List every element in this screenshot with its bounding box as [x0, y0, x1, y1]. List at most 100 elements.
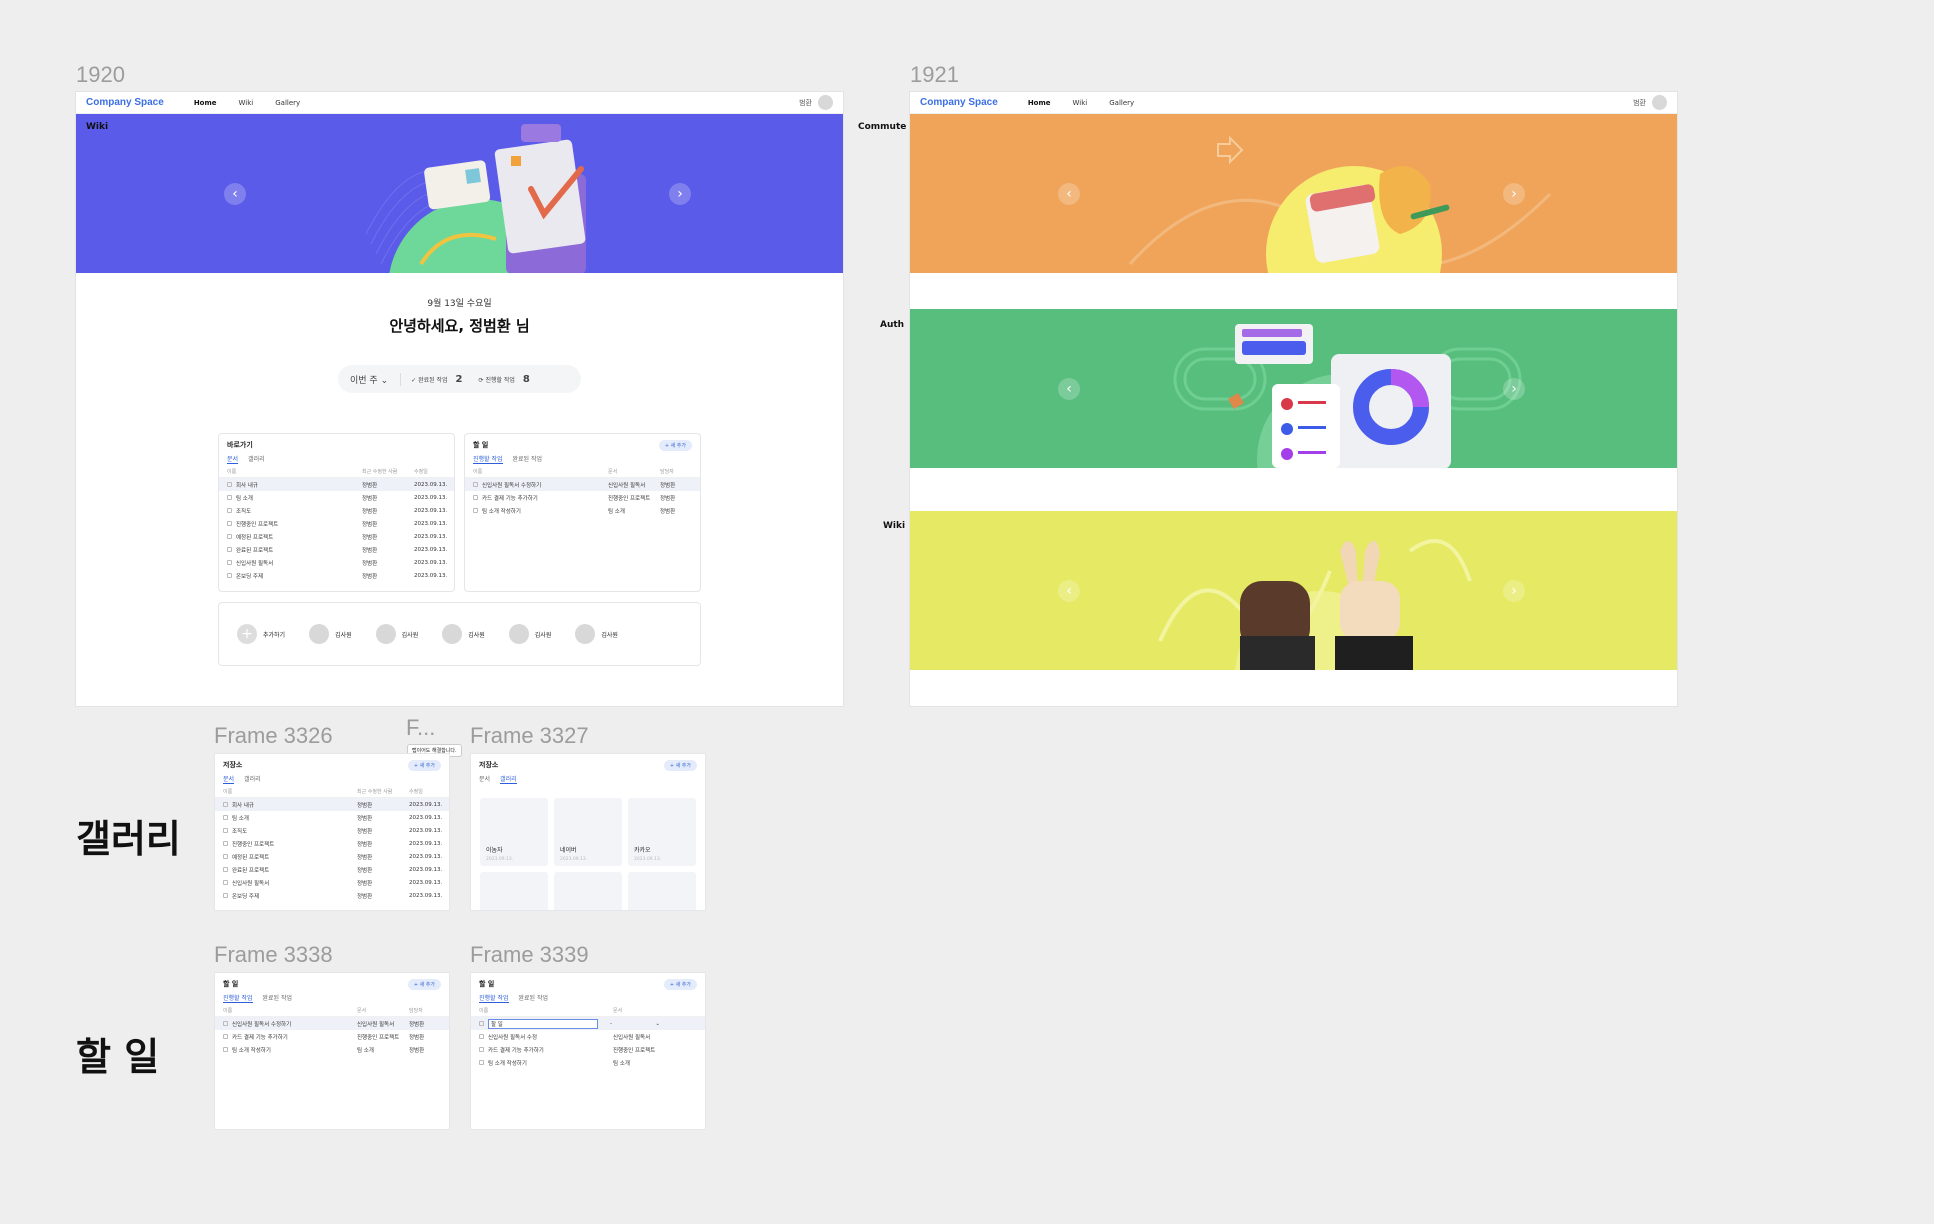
- table-row[interactable]: 온보딩 주제 정범환 2023.09.13.: [219, 569, 454, 582]
- table-row[interactable]: 카드 결제 기능 추가하기 진행중인 프로젝트 정범환: [465, 491, 700, 504]
- member-item[interactable]: 김사원: [575, 624, 618, 644]
- banner-next-arrow[interactable]: ›: [1503, 182, 1525, 205]
- member-item[interactable]: 김사원: [508, 624, 551, 644]
- table-row[interactable]: 카드 결제 기능 추가하기 진행중인 프로젝트 정범환: [215, 1030, 449, 1043]
- table-row[interactable]: 진행중인 프로젝트 정범환 2023.09.13.: [215, 837, 449, 850]
- row-date: 2023.09.13.: [409, 879, 443, 886]
- row-date: 2023.09.13.: [409, 892, 443, 899]
- storage-header: 이름 최근 수정한 사람 수정일: [215, 784, 449, 798]
- gallery-item[interactable]: 카카오 2023.09.13.: [628, 798, 696, 866]
- tab-documents[interactable]: 문서: [227, 454, 239, 464]
- table-row[interactable]: 완료된 프로젝트 정범환 2023.09.13.: [219, 543, 454, 556]
- tab-gallery[interactable]: 갤러리: [244, 774, 261, 784]
- table-row[interactable]: 신입사원 필독서 정범환 2023.09.13.: [219, 556, 454, 569]
- col-date: 수정일: [409, 789, 423, 795]
- row-editor: 정범환: [362, 495, 378, 502]
- table-row[interactable]: 팀 소개 정범환 2023.09.13.: [215, 811, 449, 824]
- gallery-item[interactable]: 네이버 2023.09.13.: [554, 798, 622, 866]
- nav-wiki[interactable]: Wiki: [239, 99, 254, 107]
- todo-name-input[interactable]: 할 일: [488, 1018, 598, 1029]
- table-row[interactable]: 팀 소개 작성하기 팀 소개: [471, 1056, 705, 1069]
- banner-tag-wiki2: Wiki: [883, 521, 906, 531]
- gallery-item[interactable]: 이놈자 2023.09.13.: [480, 798, 548, 866]
- tab-in-progress[interactable]: 진행할 작업: [223, 993, 253, 1003]
- period-select[interactable]: 이번 주 ⌄: [338, 372, 402, 386]
- checkbox[interactable]: [223, 1021, 228, 1026]
- nav-gallery[interactable]: Gallery: [1109, 99, 1134, 107]
- nav-home[interactable]: Home: [194, 99, 217, 107]
- tab-gallery[interactable]: 갤러리: [500, 774, 517, 784]
- checkbox[interactable]: [473, 508, 478, 513]
- brand-logo[interactable]: Company Space: [920, 97, 998, 108]
- row-editor: 정범환: [362, 521, 378, 528]
- frame-1920: Company Space Home Wiki Gallery 범환 Wiki …: [76, 92, 843, 706]
- gallery-item[interactable]: [628, 872, 696, 910]
- table-row[interactable]: 카드 결제 기능 추가하기 진행중인 프로젝트: [471, 1043, 705, 1056]
- frame-label-3326: Frame 3326: [214, 723, 333, 748]
- user-menu[interactable]: 범환: [799, 95, 833, 110]
- tab-gallery[interactable]: 갤러리: [248, 454, 265, 464]
- banner-next-arrow[interactable]: ›: [1503, 377, 1525, 400]
- member-item[interactable]: 김사원: [309, 624, 352, 644]
- tab-completed[interactable]: 완료된 작업: [513, 454, 543, 464]
- table-row[interactable]: 팀 소개 정범환 2023.09.13.: [219, 491, 454, 504]
- checkbox[interactable]: [479, 1060, 484, 1065]
- member-item[interactable]: 김사원: [375, 624, 418, 644]
- checkbox[interactable]: [479, 1034, 484, 1039]
- user-menu[interactable]: 범환: [1633, 95, 1667, 110]
- row-date: 2023.09.13.: [414, 520, 448, 527]
- banner-prev-arrow[interactable]: ‹: [224, 182, 246, 205]
- add-storage-button[interactable]: + 새 추가: [663, 760, 697, 771]
- table-row[interactable]: 완료된 프로젝트 정범환 2023.09.13.: [215, 863, 449, 876]
- checkbox[interactable]: [473, 495, 478, 500]
- checkbox[interactable]: [223, 1047, 228, 1052]
- checkbox[interactable]: [223, 1034, 228, 1039]
- nav-home[interactable]: Home: [1028, 99, 1051, 107]
- tab-completed[interactable]: 완료된 작업: [519, 993, 549, 1003]
- table-row[interactable]: 신입사원 필독서 정범환 2023.09.13.: [215, 876, 449, 889]
- banner-prev-arrow[interactable]: ‹: [1058, 377, 1080, 400]
- banner-next-arrow[interactable]: ›: [669, 182, 691, 205]
- doc-select-value: -: [610, 1020, 612, 1027]
- tab-documents[interactable]: 문서: [479, 774, 490, 784]
- table-row[interactable]: 회사 내규 정범환 2023.09.13.: [219, 478, 454, 491]
- checkbox[interactable]: [473, 482, 478, 487]
- table-row[interactable]: 팀 소개 작성하기 팀 소개 정범환: [465, 504, 700, 517]
- brand-logo[interactable]: Company Space: [86, 97, 164, 108]
- table-row[interactable]: 신입사원 필독서 수정하기 신입사원 필독서 정범환: [215, 1017, 449, 1030]
- table-row[interactable]: 신입사원 필독서 수정하기 신입사원 필독서 정범환: [465, 478, 700, 491]
- table-row[interactable]: 조직도 정범환 2023.09.13.: [219, 504, 454, 517]
- banner-prev-arrow[interactable]: ‹: [1058, 182, 1080, 205]
- col-owner: 담당자: [660, 469, 674, 475]
- row-name: 예정된 프로젝트: [232, 854, 270, 861]
- table-row[interactable]: 진행중인 프로젝트 정범환 2023.09.13.: [219, 517, 454, 530]
- table-row[interactable]: 신입사원 필독서 수정 신입사원 필독서: [471, 1030, 705, 1043]
- tab-in-progress[interactable]: 진행할 작업: [473, 454, 503, 464]
- add-todo-button[interactable]: + 새 추가: [407, 979, 441, 990]
- add-storage-button[interactable]: + 새 추가: [407, 760, 441, 771]
- member-item[interactable]: 김사원: [442, 624, 485, 644]
- gallery-item[interactable]: [554, 872, 622, 910]
- doc-select[interactable]: - ⌄: [610, 1021, 660, 1027]
- checkbox[interactable]: [479, 1047, 484, 1052]
- checkbox[interactable]: [479, 1021, 484, 1026]
- table-row[interactable]: 회사 내규 정범환 2023.09.13.: [215, 798, 449, 811]
- tab-documents[interactable]: 문서: [223, 774, 235, 784]
- add-todo-button[interactable]: + 새 추가: [658, 440, 692, 451]
- add-todo-button[interactable]: + 새 추가: [663, 979, 697, 990]
- table-row[interactable]: 예정된 프로젝트 정범환 2023.09.13.: [219, 530, 454, 543]
- table-row[interactable]: 예정된 프로젝트 정범환 2023.09.13.: [215, 850, 449, 863]
- add-member-button[interactable]: + 추가하기: [237, 624, 285, 644]
- table-row[interactable]: 조직도 정범환 2023.09.13.: [215, 824, 449, 837]
- gallery-grid: 이놈자 2023.09.13. 네이버 2023.09.13. 카카오 2023.09…: [471, 784, 705, 910]
- nav-gallery[interactable]: Gallery: [275, 99, 300, 107]
- table-row[interactable]: 온보딩 주제 정범환 2023.09.13.: [215, 889, 449, 902]
- gallery-item[interactable]: [480, 872, 548, 910]
- tab-completed[interactable]: 완료된 작업: [263, 993, 293, 1003]
- tab-in-progress[interactable]: 진행할 작업: [479, 993, 509, 1003]
- table-row[interactable]: 팀 소개 작성하기 팀 소개 정범환: [215, 1043, 449, 1056]
- row-doc: 팀 소개: [357, 1047, 374, 1054]
- banner-prev-arrow[interactable]: ‹: [1058, 579, 1080, 602]
- banner-next-arrow[interactable]: ›: [1503, 579, 1525, 602]
- nav-wiki[interactable]: Wiki: [1073, 99, 1088, 107]
